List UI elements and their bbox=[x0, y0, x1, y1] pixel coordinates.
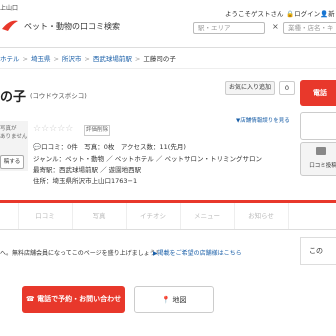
breadcrumb-item[interactable]: 所沢市 bbox=[62, 55, 82, 63]
breadcrumb-current: 工藤司の子 bbox=[143, 55, 176, 63]
brand-small-text: 上山口 bbox=[0, 5, 19, 12]
tab-reviews[interactable]: 口コミ bbox=[18, 203, 73, 229]
post-review-label: 口コミ投稿 bbox=[309, 163, 336, 169]
login-icon: 🔒 bbox=[286, 10, 295, 18]
map-button[interactable]: 📍 地図 bbox=[134, 286, 214, 313]
shop-stats: 💬口コミ：0件 写真：0枚 アクセス数：11(先月) bbox=[33, 143, 186, 151]
search-separator: × bbox=[272, 22, 279, 31]
rating-badge: 評価削除 bbox=[84, 125, 110, 136]
right-panel-label: この bbox=[309, 247, 323, 255]
breadcrumb-item[interactable]: 西武球場前駅 bbox=[93, 55, 132, 63]
breadcrumb: ホテル > 埼玉県 > 所沢市 > 西武球場前駅 > 工藤司の子 bbox=[0, 55, 176, 63]
area-search-input[interactable]: 駅・エリア bbox=[193, 22, 265, 34]
tab-photos[interactable]: 写真 bbox=[72, 203, 127, 229]
photo-placeholder: 写真が ありません 稿する bbox=[0, 121, 28, 171]
user-icon: 👤 bbox=[320, 10, 329, 18]
login-link[interactable]: 🔒ログイン bbox=[286, 8, 320, 18]
shop-station: 最寄駅：西武球場前駅 ／ 遊園地西駅 bbox=[33, 166, 142, 174]
camera-icon bbox=[316, 147, 326, 155]
site-logo-icon[interactable] bbox=[0, 15, 20, 35]
shop-tabs: 口コミ 写真 イチオシ メニュー お知らせ bbox=[0, 200, 336, 230]
right-side-panel: この bbox=[300, 237, 336, 265]
shop-genre: ジャンル：ペット・動物 ／ ペットホテル ／ ペットサロン・トリミングサロン bbox=[33, 155, 262, 163]
correction-link[interactable]: ▼店舗情報誤りを見る bbox=[236, 116, 290, 124]
comment-icon: 💬 bbox=[33, 143, 42, 151]
reserve-inquiry-button[interactable]: ☎ 電話で予約・お問い合わせ bbox=[22, 286, 125, 313]
welcome-text: ようこそゲストさん bbox=[225, 10, 284, 18]
listing-request-link[interactable]: ▶掲載をご希望の店舗様はこちら bbox=[153, 248, 242, 257]
add-favorite-button[interactable]: お気に入り追加 bbox=[225, 81, 275, 95]
phone-icon: ☎ bbox=[25, 295, 35, 303]
map-pin-icon: 📍 bbox=[161, 296, 171, 304]
new-register-link[interactable]: 👤新 bbox=[320, 8, 335, 18]
shop-kana: (コウドウスボシコ) bbox=[30, 92, 87, 100]
member-notice: へ。無料店舗会員になってこのページを盛り上げましょう！ bbox=[0, 250, 162, 257]
tab-recommend[interactable]: イチオシ bbox=[126, 203, 181, 229]
rating-stars: ☆☆☆☆☆ bbox=[33, 124, 74, 134]
breadcrumb-item[interactable]: 埼玉県 bbox=[31, 55, 51, 63]
site-name[interactable]: ペット・動物の口コミ検索 bbox=[24, 21, 120, 32]
post-photo-button[interactable]: 稿する bbox=[0, 155, 24, 169]
no-photo-text: 写真が ありません bbox=[0, 126, 28, 140]
tab-top[interactable] bbox=[0, 203, 19, 229]
side-secondary-button[interactable] bbox=[300, 112, 336, 140]
breadcrumb-item[interactable]: ホテル bbox=[0, 55, 20, 63]
post-review-button[interactable]: 口コミ投稿 bbox=[300, 142, 336, 176]
keyword-search-input[interactable]: 業種・店名・キ bbox=[283, 22, 336, 34]
tab-news[interactable]: お知らせ bbox=[234, 203, 289, 229]
shop-address: 住所：埼玉県所沢市上山口1763−1 bbox=[33, 177, 138, 185]
tab-menu[interactable]: メニュー bbox=[180, 203, 235, 229]
favorite-count: 0 bbox=[279, 81, 295, 95]
shop-title: の子 bbox=[0, 90, 27, 105]
side-phone-button[interactable]: 電話 bbox=[300, 80, 336, 106]
